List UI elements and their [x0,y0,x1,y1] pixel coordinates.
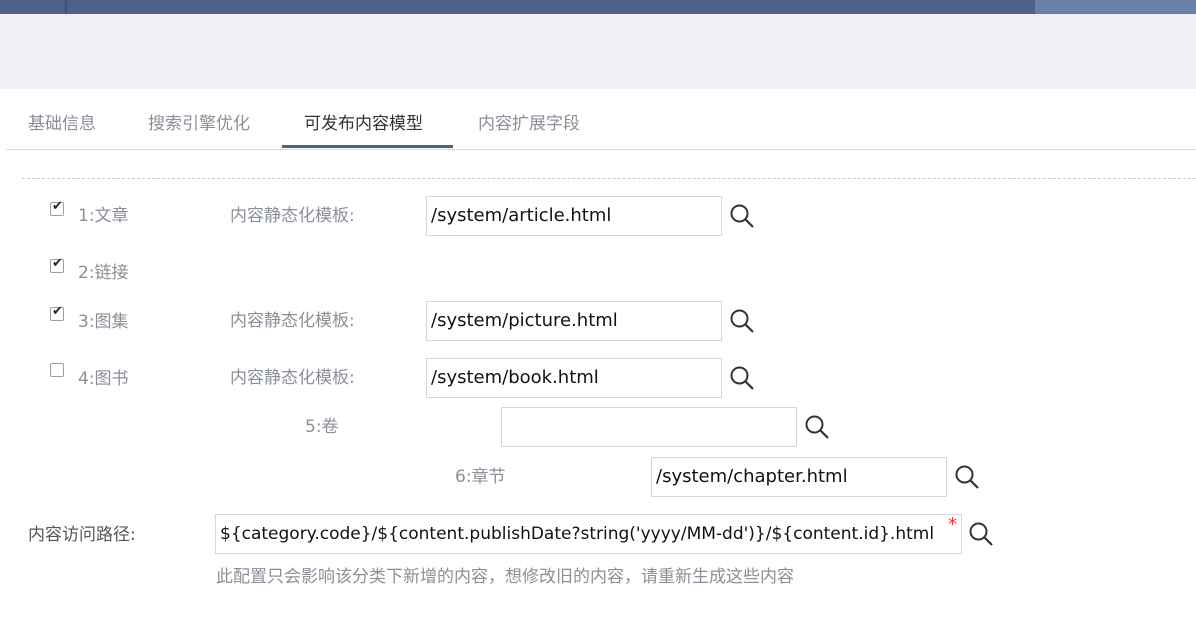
model-3-search-icon[interactable] [729,308,755,334]
header-band [0,14,1196,89]
topbar-divider [65,0,67,14]
model-5-search-icon[interactable] [804,414,830,440]
model-1-checkbox[interactable]: ✔ [50,199,64,216]
model-1-template-input[interactable]: /system/article.html [426,196,722,236]
model-4-checkbox[interactable] [50,363,64,377]
section-divider [22,178,1196,179]
model-4-label: 4:图书 [78,369,129,389]
model-4-template-label: 内容静态化模板: [230,368,355,388]
model-2-label: 2:链接 [78,263,129,283]
model-1-template-label: 内容静态化模板: [230,206,355,226]
model-4-template-input[interactable]: /system/book.html [426,358,722,398]
model-4-search-icon[interactable] [729,365,755,391]
model-3-checkbox[interactable]: ✔ [50,304,64,321]
model-6-template-input[interactable]: /system/chapter.html [651,457,947,497]
required-mark: * [948,514,957,535]
access-path-search-icon[interactable] [968,521,994,547]
access-path-hint: 此配置只会影响该分类下新增的内容，想修改旧的内容，请重新生成这些内容 [216,567,794,587]
tab-bar: 基础信息 搜索引擎优化 可发布内容模型 内容扩展字段 [6,89,1196,150]
model-2-checkbox[interactable]: ✔ [50,256,64,273]
checkmark-icon: ✔ [52,304,63,319]
tab-extended-fields[interactable]: 内容扩展字段 [478,109,580,134]
access-path-label: 内容访问路径: [28,525,136,545]
model-1-search-icon[interactable] [729,203,755,229]
top-navigation-bar [0,0,1196,14]
checkmark-icon: ✔ [52,199,63,214]
model-5-template-input[interactable] [501,407,797,447]
model-6-search-icon[interactable] [954,464,980,490]
model-3-template-label: 内容静态化模板: [230,311,355,331]
topbar-right-area [1035,0,1196,14]
tab-basic-info[interactable]: 基础信息 [28,109,96,134]
active-tab-indicator [282,145,453,148]
model-1-label: 1:文章 [78,206,129,226]
model-3-template-input[interactable]: /system/picture.html [426,301,722,341]
model-6-label: 6:章节 [455,467,506,487]
tab-seo[interactable]: 搜索引擎优化 [148,109,250,134]
tab-publishable-models[interactable]: 可发布内容模型 [304,109,423,134]
model-5-label: 5:卷 [305,417,339,437]
checkmark-icon: ✔ [52,256,63,271]
access-path-input[interactable]: ${category.code}/${content.publishDate?s… [215,514,962,554]
model-3-label: 3:图集 [78,312,129,332]
